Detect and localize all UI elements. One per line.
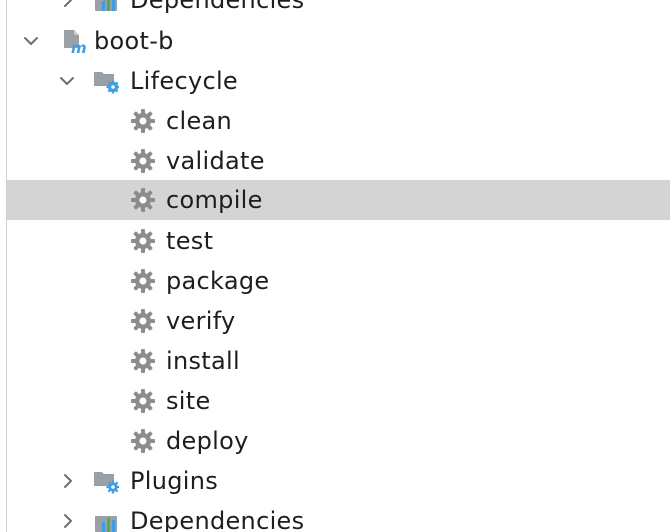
node-label: Plugins [130, 467, 219, 495]
tree-node-dependencies[interactable]: Dependencies [7, 501, 670, 532]
gear-icon [131, 109, 155, 133]
gear-icon [131, 229, 155, 253]
tree-node-goal-deploy[interactable]: deploy [7, 421, 670, 461]
node-label: compile [166, 186, 263, 214]
gear-icon [131, 429, 155, 453]
tree-node-goal-site[interactable]: site [7, 381, 670, 421]
tree-node-goal-install[interactable]: install [7, 341, 670, 381]
gear-icon [131, 188, 155, 212]
node-label: clean [166, 107, 233, 135]
chevron-right-icon[interactable] [58, 471, 78, 491]
gear-icon [131, 309, 155, 333]
gear-icon [131, 149, 155, 173]
node-label: deploy [166, 427, 249, 455]
maven-module-icon: m [64, 30, 87, 54]
chevron-right-icon[interactable] [58, 511, 78, 531]
tree-node-plugins[interactable]: Plugins [7, 461, 670, 501]
node-label: site [166, 387, 211, 415]
node-label: boot-b [94, 27, 174, 55]
tree-node-goal-package[interactable]: package [7, 261, 670, 301]
chevron-down-icon[interactable] [57, 71, 77, 91]
dependencies-icon [95, 516, 117, 532]
tree-node-module-boot-b[interactable]: m boot-b [7, 21, 670, 61]
svg-text:m: m [71, 39, 87, 54]
dependencies-icon [95, 0, 117, 11]
maven-projects-tree: Dependencies m boot-b Lifecycle clean va… [0, 0, 670, 532]
chevron-right-icon[interactable] [58, 0, 78, 10]
node-label: validate [166, 147, 265, 175]
tree-node-goal-test[interactable]: test [7, 221, 670, 261]
tree-node-goal-verify[interactable]: verify [7, 301, 670, 341]
node-label: test [166, 227, 214, 255]
tree-node-goal-validate[interactable]: validate [7, 141, 670, 181]
tree-node-goal-compile[interactable]: compile [7, 180, 670, 220]
tree-node-goal-clean[interactable]: clean [7, 101, 670, 141]
node-label: verify [166, 307, 236, 335]
gear-icon [131, 349, 155, 373]
node-label: Dependencies [130, 507, 305, 532]
node-label: Dependencies [130, 0, 305, 14]
node-label: Lifecycle [130, 67, 238, 95]
tree-node-dependencies-top[interactable]: Dependencies [7, 0, 670, 20]
chevron-down-icon[interactable] [21, 31, 41, 51]
lifecycle-folder-icon [94, 72, 119, 94]
plugins-folder-icon [94, 472, 119, 494]
gear-icon [131, 269, 155, 293]
node-label: install [166, 347, 240, 375]
gear-icon [131, 389, 155, 413]
tree-node-lifecycle[interactable]: Lifecycle [7, 61, 670, 101]
node-label: package [166, 267, 270, 295]
